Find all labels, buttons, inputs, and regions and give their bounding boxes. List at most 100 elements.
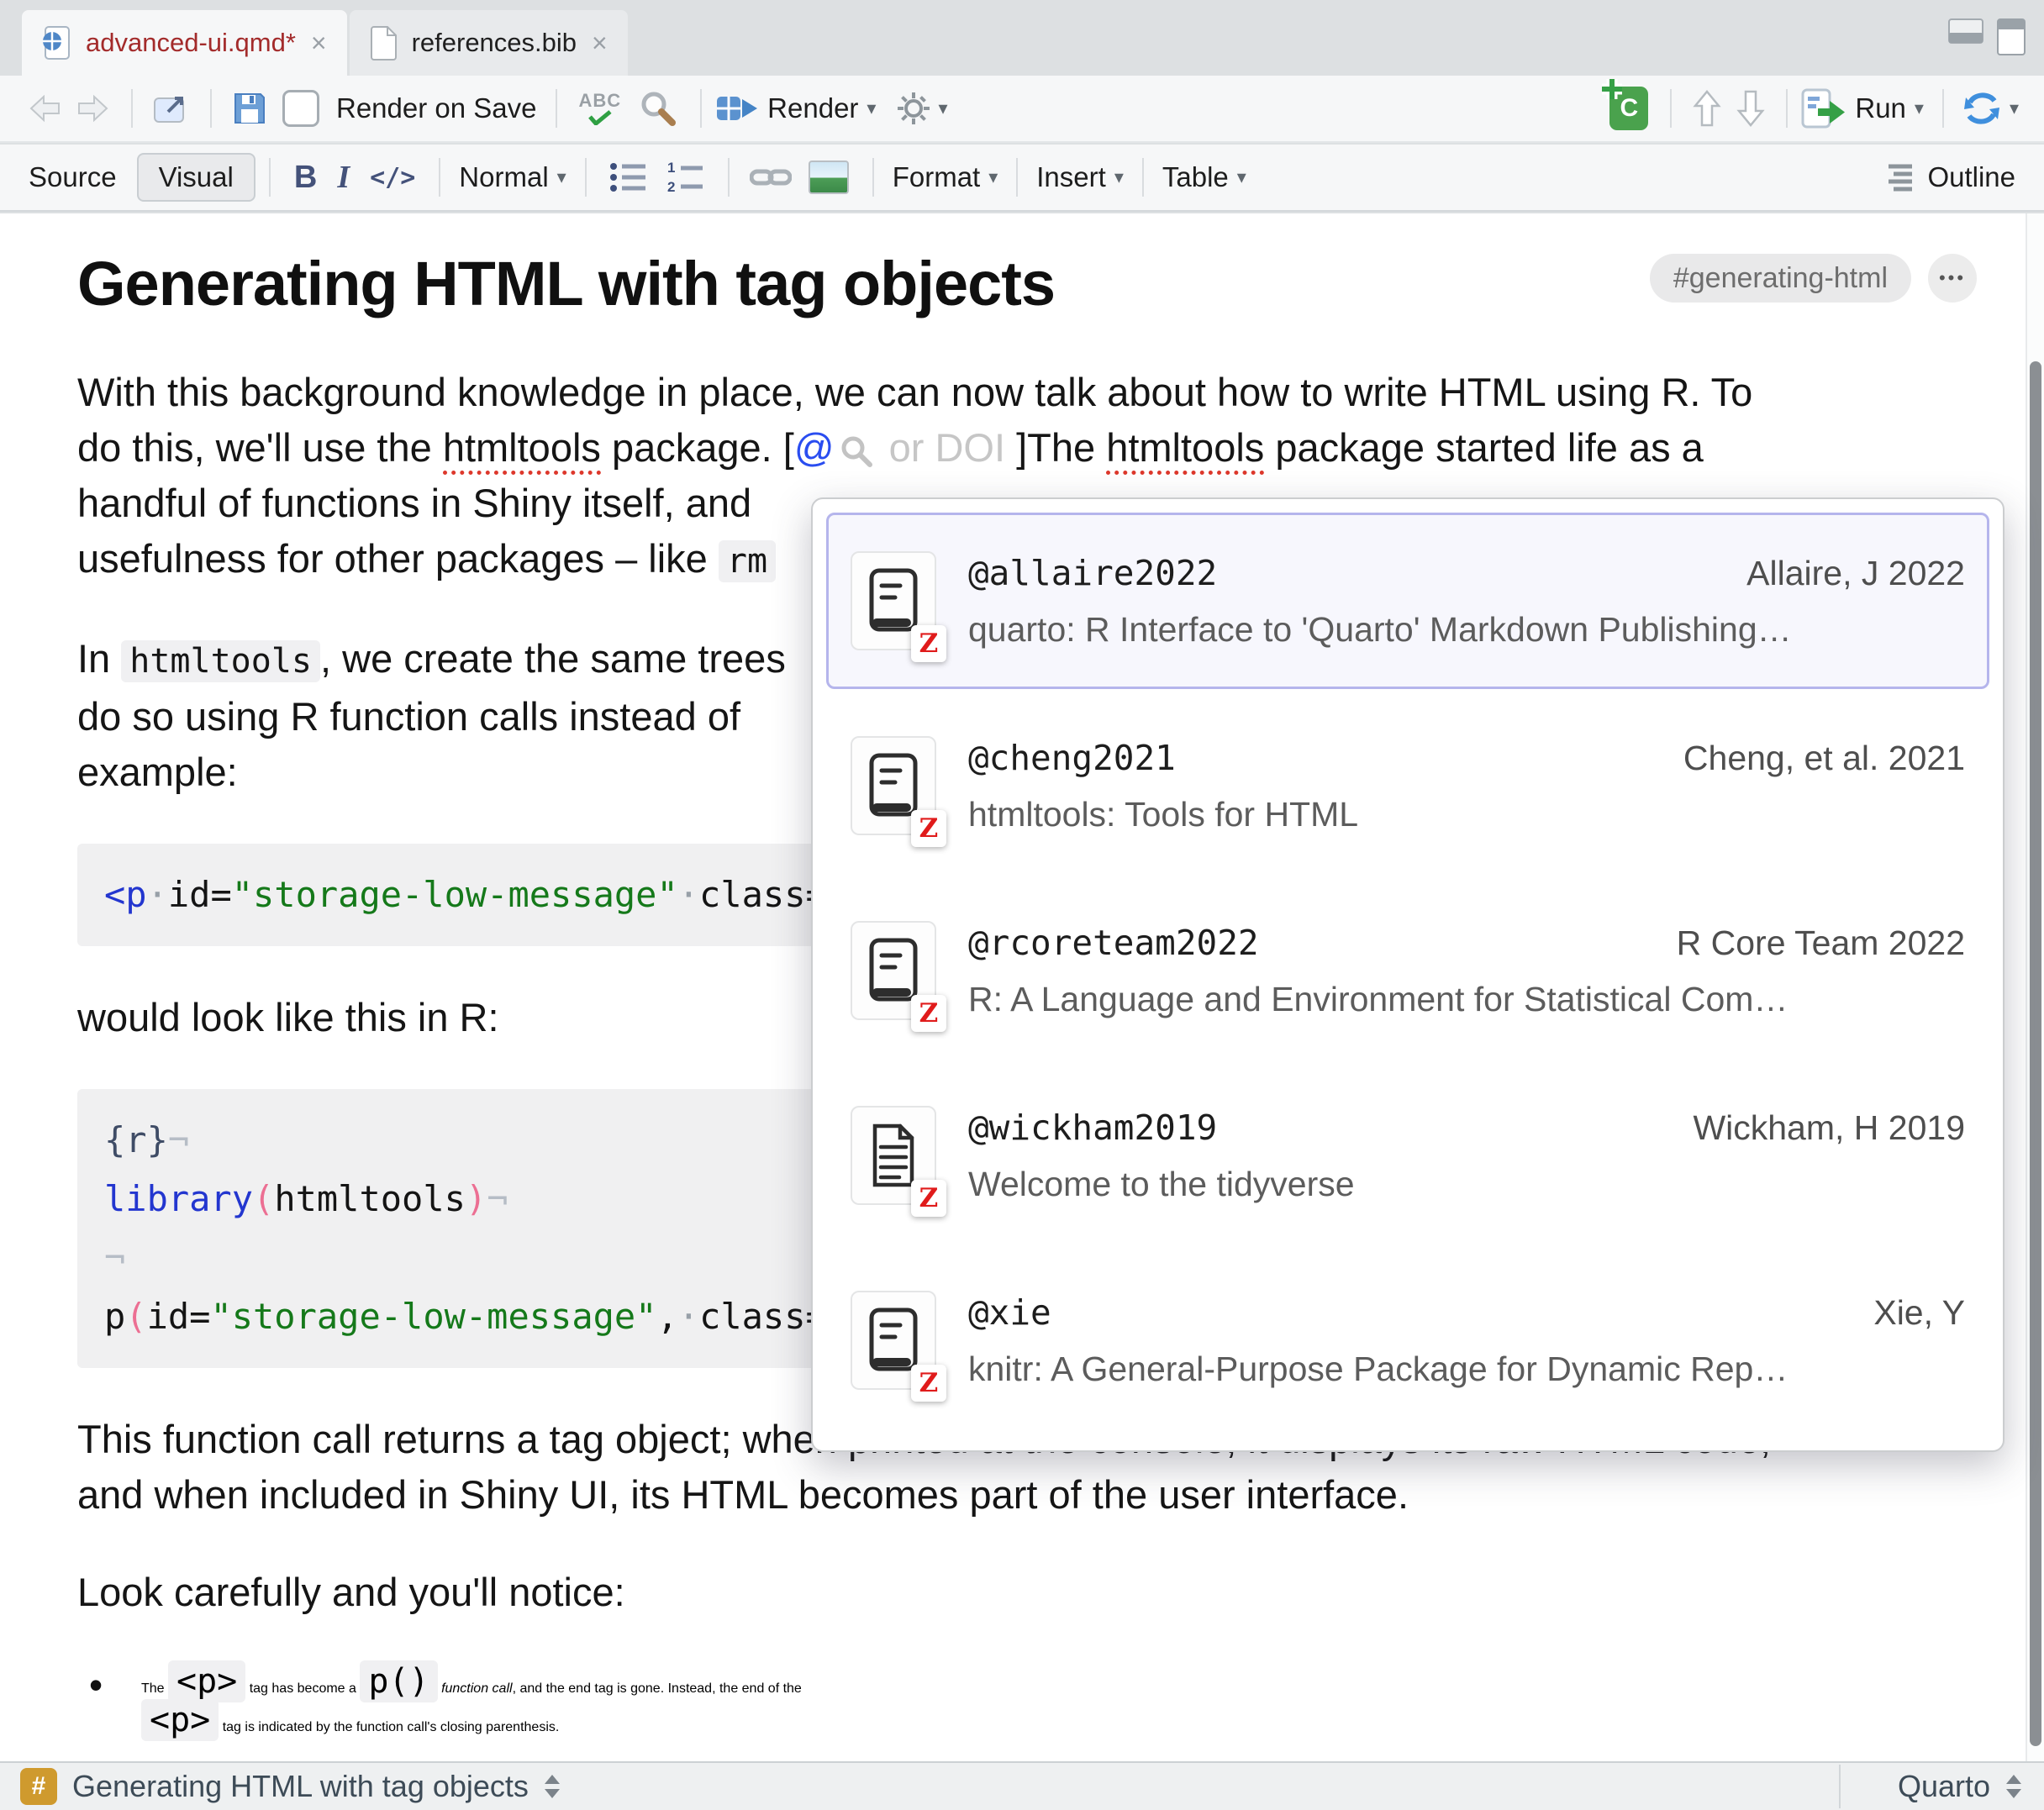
render-icon[interactable] [715, 92, 759, 124]
run-dropdown-icon[interactable]: ▾ [1915, 97, 1924, 119]
zotero-badge: Z [911, 810, 946, 847]
document-format-selector[interactable]: Quarto [1898, 1769, 1990, 1804]
render-button[interactable]: Render [767, 92, 858, 124]
insert-chunk-icon[interactable]: C [1609, 87, 1648, 130]
minimize-pane-icon[interactable] [1948, 18, 1983, 44]
back-icon[interactable] [27, 93, 62, 124]
save-icon[interactable] [232, 91, 267, 126]
citation-author: Allaire, J 2022 [1746, 554, 1965, 593]
citation-item[interactable]: Z@allaire2022Allaire, J 2022quarto: R In… [826, 513, 1989, 689]
vertical-scrollbar[interactable] [2026, 213, 2044, 1761]
citation-title: Welcome to the tidyverse [968, 1165, 1965, 1204]
table-dropdown-icon[interactable]: ▾ [1237, 166, 1246, 188]
code-format-button[interactable]: </> [370, 163, 415, 192]
citation-title: quarto: R Interface to 'Quarto' Markdown… [968, 610, 1965, 650]
popout-window-icon[interactable] [153, 92, 190, 125]
outline-button[interactable]: Outline [1927, 161, 2015, 193]
paragraph-style-select[interactable]: Normal [459, 161, 548, 193]
reference-type-icon: Z [851, 921, 936, 1020]
svg-text:2: 2 [667, 179, 675, 195]
book-icon [867, 1307, 919, 1374]
citation-item[interactable]: Z @cheng2021 Cheng, et al. 2021 htmltools: … [826, 697, 1989, 874]
bullet-list-icon[interactable] [608, 160, 649, 195]
visual-editor-toolbar: Source Visual B I </> Normal ▾ 12 Format… [0, 145, 2044, 212]
zotero-badge: Z [911, 995, 946, 1032]
run-icon[interactable] [1801, 88, 1848, 129]
close-tab-icon[interactable]: × [592, 28, 608, 59]
citation-author: Cheng, et al. 2021 [1683, 739, 1965, 778]
citation-author: Wickham, H 2019 [1693, 1108, 1965, 1148]
citation-item[interactable]: Z@rcoreteam2022R Core Team 2022R: A Lang… [826, 882, 1989, 1059]
outline-icon[interactable] [1882, 163, 1914, 192]
citation-list: Z @allaire2022 Allaire, J 2022 quarto: R In… [826, 513, 1989, 1429]
render-on-save-label: Render on Save [336, 92, 537, 124]
zotero-badge: Z [911, 1365, 946, 1402]
run-button[interactable]: Run [1855, 92, 1906, 124]
citation-item[interactable]: Z @xie Xie, Y knitr: A General-Purpose Pack… [826, 1252, 1989, 1429]
spellcheck-icon[interactable]: ABC [579, 92, 622, 125]
citation-title: knitr: A General-Purpose Package for Dyn… [968, 1350, 1965, 1389]
zotero-badge: Z [911, 1180, 946, 1217]
reference-type-icon: Z [851, 1291, 936, 1390]
image-icon[interactable] [809, 160, 849, 194]
insert-dropdown-icon[interactable]: ▾ [1114, 166, 1124, 188]
citation-item[interactable]: Z @wickham2019 Wickham, H 2019 Welcome to t… [826, 1067, 1989, 1244]
svg-text:1: 1 [667, 160, 675, 176]
visual-mode-button[interactable]: Visual [137, 153, 256, 202]
paragraph-style-dropdown-icon[interactable]: ▾ [557, 166, 566, 188]
tab-label: advanced-ui.qmd* [86, 28, 296, 58]
maximize-pane-icon[interactable] [1997, 18, 2026, 55]
source-dropdown-icon[interactable]: ▾ [2010, 97, 2019, 119]
bullet-marker: • [77, 1662, 141, 1739]
go-up-icon[interactable] [1692, 89, 1722, 128]
italic-button[interactable]: I [337, 159, 350, 196]
settings-dropdown-icon[interactable]: ▾ [938, 97, 947, 119]
citation-key: @rcoreteam2022 [968, 923, 1259, 963]
tab-advanced-ui-qmd[interactable]: advanced-ui.qmd* × [22, 10, 347, 76]
citation-title: htmltools: Tools for HTML [968, 795, 1965, 834]
close-tab-icon[interactable]: × [311, 28, 327, 59]
status-bar: # Generating HTML with tag objects Quart… [0, 1761, 2044, 1810]
format-updown-icon[interactable] [2005, 1773, 2022, 1800]
numbered-list-icon[interactable]: 12 [666, 160, 706, 195]
citation-key: @cheng2021 [968, 738, 1176, 778]
link-icon[interactable] [750, 162, 792, 192]
tab-label: references.bib [412, 28, 577, 58]
source-mode-button[interactable]: Source [29, 161, 117, 193]
page-title: Generating HTML with tag objects [77, 245, 1650, 323]
reference-type-icon: Z [851, 736, 936, 835]
render-dropdown-icon[interactable]: ▾ [867, 97, 876, 119]
citation-key: @xie [968, 1292, 1051, 1333]
citation-key: @wickham2019 [968, 1108, 1217, 1148]
source-rerun-icon[interactable] [1962, 91, 2001, 126]
go-down-icon[interactable] [1736, 89, 1766, 128]
gear-icon[interactable] [896, 91, 931, 126]
insert-menu[interactable]: Insert [1036, 161, 1106, 193]
paragraph: Look carefully and you'll notice: [77, 1565, 1977, 1620]
book-icon [867, 567, 919, 634]
citation-key: @allaire2022 [968, 553, 1217, 593]
article-icon [869, 1123, 918, 1187]
book-icon [867, 937, 919, 1004]
table-menu[interactable]: Table [1162, 161, 1229, 193]
scrollbar-thumb[interactable] [2030, 361, 2041, 1746]
render-on-save-checkbox[interactable] [282, 90, 319, 127]
book-icon [867, 752, 919, 819]
citation-author: Xie, Y [1873, 1293, 1965, 1333]
citation-autocomplete-popup: Z @allaire2022 Allaire, J 2022 quarto: R In… [811, 497, 2004, 1452]
file-toolbar: Render on Save ABC Render ▾ ▾ C Run ▾ ▾ [0, 76, 2044, 143]
format-menu[interactable]: Format [893, 161, 981, 193]
search-icon [840, 434, 873, 468]
section-navigator[interactable]: Generating HTML with tag objects [72, 1769, 529, 1804]
tab-references-bib[interactable]: references.bib × [350, 10, 628, 76]
bold-button[interactable]: B [294, 160, 317, 196]
section-updown-icon[interactable] [544, 1773, 561, 1800]
bullet-item: •The <p> tag has become a p() function c… [77, 1662, 1977, 1739]
citation-title: R: A Language and Environment for Statis… [968, 980, 1965, 1019]
section-more-button[interactable]: ••• [1928, 254, 1977, 303]
editor-tab-strip: advanced-ui.qmd* × references.bib × [0, 0, 2044, 76]
find-icon[interactable] [640, 90, 677, 127]
section-anchor-badge: #generating-html [1650, 254, 1911, 303]
forward-icon[interactable] [76, 93, 111, 124]
format-dropdown-icon[interactable]: ▾ [988, 166, 998, 188]
